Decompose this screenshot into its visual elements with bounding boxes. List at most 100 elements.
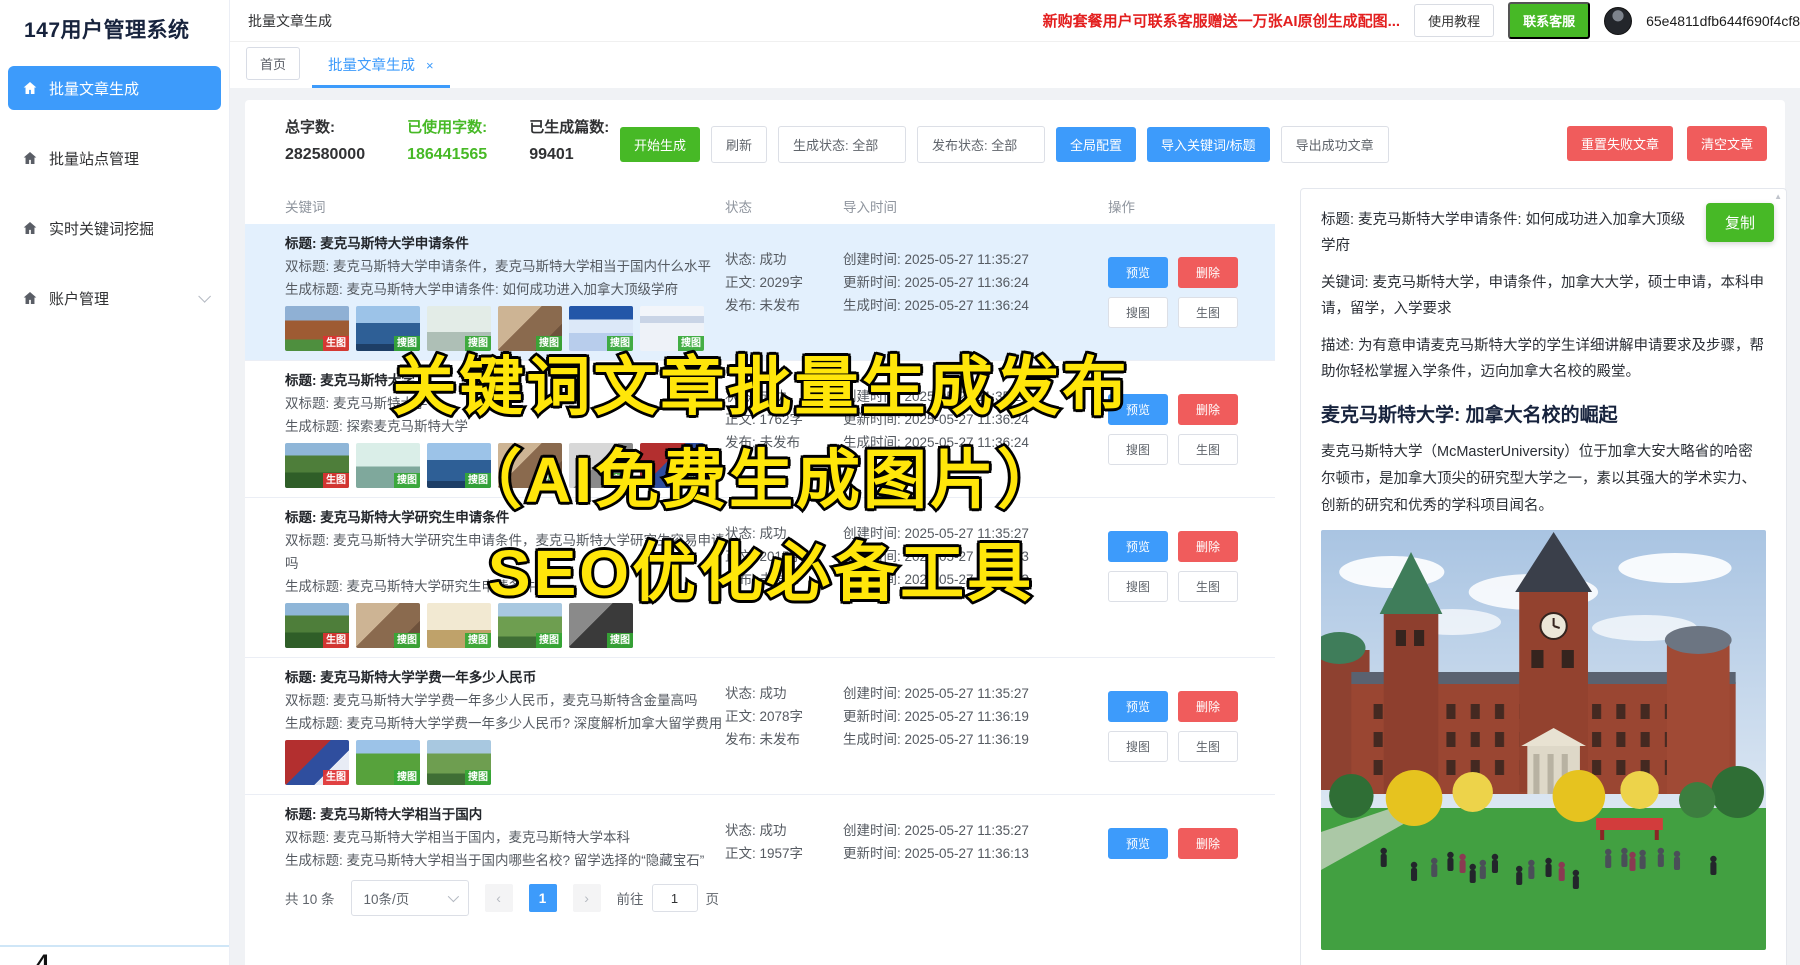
- sidebar-footer-partial-text: 4: [36, 950, 229, 965]
- article-thumbnail[interactable]: 生图: [285, 306, 349, 351]
- prev-page-button[interactable]: ‹: [485, 884, 513, 912]
- import-keywords-button[interactable]: 导入关键词/标题: [1147, 127, 1270, 162]
- generate-image-button[interactable]: 生图: [1178, 731, 1238, 762]
- article-thumbnail[interactable]: 搜图: [640, 306, 704, 351]
- article-thumbnail[interactable]: 生图: [285, 443, 349, 488]
- thumbnail-badge: 搜图: [465, 633, 491, 648]
- current-page-button[interactable]: 1: [529, 884, 557, 912]
- time-line: 生成时间: 2025-05-27 11:36:23: [843, 568, 1108, 591]
- status-line: 发布: 未发布: [725, 294, 843, 317]
- export-success-button[interactable]: 导出成功文章: [1281, 126, 1389, 163]
- publish-status-select[interactable]: 发布状态: 全部: [917, 126, 1045, 163]
- preview-button[interactable]: 预览: [1108, 531, 1168, 562]
- thumbnail-strip: 生图 搜图 搜图 搜图 搜图 搜图: [285, 306, 725, 351]
- article-thumbnail[interactable]: 搜图: [356, 740, 420, 785]
- table-row[interactable]: 标题: 麦克马斯特大学学费一年多少人民币 双标题: 麦克马斯特大学学费一年多少人…: [245, 658, 1275, 795]
- article-thumbnail[interactable]: 搜图: [498, 306, 562, 351]
- pagination-total: 共 10 条: [285, 888, 335, 908]
- preview-button[interactable]: 预览: [1108, 828, 1168, 859]
- top-bar-right: 新购套餐用户可联系客服赠送一万张AI原创生成配图... 使用教程 联系客服 65…: [1043, 2, 1800, 39]
- article-thumbnail[interactable]: 生图: [285, 740, 349, 785]
- delete-button[interactable]: 删除: [1178, 531, 1238, 562]
- scrollbar-up-icon[interactable]: ▲: [1774, 192, 1782, 201]
- article-thumbnail[interactable]: 搜图: [569, 443, 633, 488]
- table-row[interactable]: 标题: 麦克马斯特大学 双标题: 麦克马斯特大学 生成标题: 探索麦克马斯特大学…: [245, 361, 1275, 498]
- contact-support-button[interactable]: 联系客服: [1508, 2, 1590, 39]
- sidebar-item-default[interactable]: 批量站点管理: [8, 136, 221, 180]
- article-thumbnail[interactable]: 搜图: [356, 603, 420, 648]
- row-generated-title: 生成标题: 麦克马斯特大学学费一年多少人民币? 深度解析加拿大留学费用: [285, 712, 725, 735]
- delete-button[interactable]: 删除: [1178, 691, 1238, 722]
- page-size-select[interactable]: 10条/页: [351, 880, 469, 916]
- clear-articles-button[interactable]: 清空文章: [1687, 126, 1767, 161]
- start-generate-button[interactable]: 开始生成: [620, 127, 700, 162]
- preview-button[interactable]: 预览: [1108, 394, 1168, 425]
- next-page-button[interactable]: ›: [573, 884, 601, 912]
- delete-button[interactable]: 删除: [1178, 257, 1238, 288]
- user-id: 65e4811dfb644f690f4cf8: [1646, 13, 1800, 29]
- goto-page-input[interactable]: [652, 884, 698, 912]
- search-image-button[interactable]: 搜图: [1108, 571, 1168, 602]
- status-line: 正文: 2015字: [725, 545, 843, 568]
- reset-failed-button[interactable]: 重置失败文章: [1567, 126, 1673, 161]
- article-thumbnail[interactable]: 搜图: [356, 306, 420, 351]
- column-header: 导入时间: [843, 196, 1108, 216]
- row-title: 标题: 麦克马斯特大学申请条件: [285, 233, 725, 255]
- generate-image-button[interactable]: 生图: [1178, 297, 1238, 328]
- preview-button[interactable]: 预览: [1108, 691, 1168, 722]
- search-image-button[interactable]: 搜图: [1108, 731, 1168, 762]
- time-line: 创建时间: 2025-05-27 11:35:27: [843, 682, 1108, 705]
- global-config-button[interactable]: 全局配置: [1056, 127, 1136, 162]
- stat-label: 已使用字数:: [407, 116, 487, 137]
- time-cell: 创建时间: 2025-05-27 11:35:27更新时间: 2025-05-2…: [843, 370, 1108, 488]
- delete-button[interactable]: 删除: [1178, 394, 1238, 425]
- goto-label: 前往: [617, 888, 644, 908]
- generate-image-button[interactable]: 生图: [1178, 571, 1238, 602]
- sidebar-item-default[interactable]: 账户管理: [8, 276, 221, 320]
- stat-value: 99401: [529, 146, 609, 164]
- sidebar-item-active[interactable]: 批量文章生成: [8, 66, 221, 110]
- delete-button[interactable]: 删除: [1178, 828, 1238, 859]
- stats-row: 总字数: 282580000 已使用字数: 186441565 已生成篇数: 9…: [285, 116, 609, 164]
- thumbnail-badge: 生图: [323, 336, 349, 351]
- thumbnail-badge: 生图: [323, 770, 349, 785]
- generate-image-button[interactable]: 生图: [1178, 434, 1238, 465]
- sidebar-menu: 批量文章生成 批量站点管理 实时关键词挖掘 账户管理: [0, 66, 229, 320]
- breadcrumb: 批量文章生成: [248, 11, 332, 31]
- generate-status-select[interactable]: 生成状态: 全部: [778, 126, 906, 163]
- table-row[interactable]: 标题: 麦克马斯特大学研究生申请条件 双标题: 麦克马斯特大学研究生申请条件，麦…: [245, 498, 1275, 658]
- article-thumbnail[interactable]: 搜图: [356, 443, 420, 488]
- article-thumbnail[interactable]: 搜图: [427, 443, 491, 488]
- tutorial-button[interactable]: 使用教程: [1414, 4, 1494, 37]
- thumbnail-badge: 搜图: [465, 770, 491, 785]
- sidebar: 147用户管理系统 批量文章生成 批量站点管理 实时关键词挖掘 账户管理 4: [0, 0, 230, 965]
- refresh-button[interactable]: 刷新: [711, 126, 767, 163]
- article-thumbnail[interactable]: 搜图: [640, 443, 704, 488]
- tab[interactable]: 批量文章生成 ×: [312, 46, 450, 88]
- thumbnail-badge: 搜图: [394, 770, 420, 785]
- article-thumbnail[interactable]: 搜图: [427, 740, 491, 785]
- time-line: 更新时间: 2025-05-27 11:36:24: [843, 271, 1108, 294]
- sidebar-item-default[interactable]: 实时关键词挖掘: [8, 206, 221, 250]
- table-row[interactable]: 标题: 麦克马斯特大学申请条件 双标题: 麦克马斯特大学申请条件，麦克马斯特大学…: [245, 224, 1275, 361]
- thumbnail-badge: 搜图: [536, 633, 562, 648]
- search-image-button[interactable]: 搜图: [1108, 434, 1168, 465]
- copy-button[interactable]: 复制: [1706, 203, 1774, 242]
- table-header: 关键词状态导入时间操作: [285, 196, 1265, 216]
- tab[interactable]: 首页: [246, 47, 300, 80]
- status-cell: 状态: 成功正文: 2015字发布: 未发布: [725, 507, 843, 648]
- article-thumbnail[interactable]: 搜图: [498, 443, 562, 488]
- tab-close-icon[interactable]: ×: [426, 58, 434, 73]
- article-thumbnail[interactable]: 搜图: [498, 603, 562, 648]
- article-thumbnail[interactable]: 搜图: [427, 306, 491, 351]
- preview-button[interactable]: 预览: [1108, 257, 1168, 288]
- search-image-button[interactable]: 搜图: [1108, 297, 1168, 328]
- table-row[interactable]: 标题: 麦克马斯特大学相当于国内 双标题: 麦克马斯特大学相当于国内，麦克马斯特…: [245, 795, 1275, 868]
- article-thumbnail[interactable]: 生图: [285, 603, 349, 648]
- article-thumbnail[interactable]: 搜图: [569, 306, 633, 351]
- actions-cell: 预览 删除 搜图 生图: [1108, 233, 1265, 351]
- article-thumbnail[interactable]: 搜图: [427, 603, 491, 648]
- avatar[interactable]: [1604, 7, 1632, 35]
- article-thumbnail[interactable]: 搜图: [569, 603, 633, 648]
- campus-photo: [1321, 530, 1766, 950]
